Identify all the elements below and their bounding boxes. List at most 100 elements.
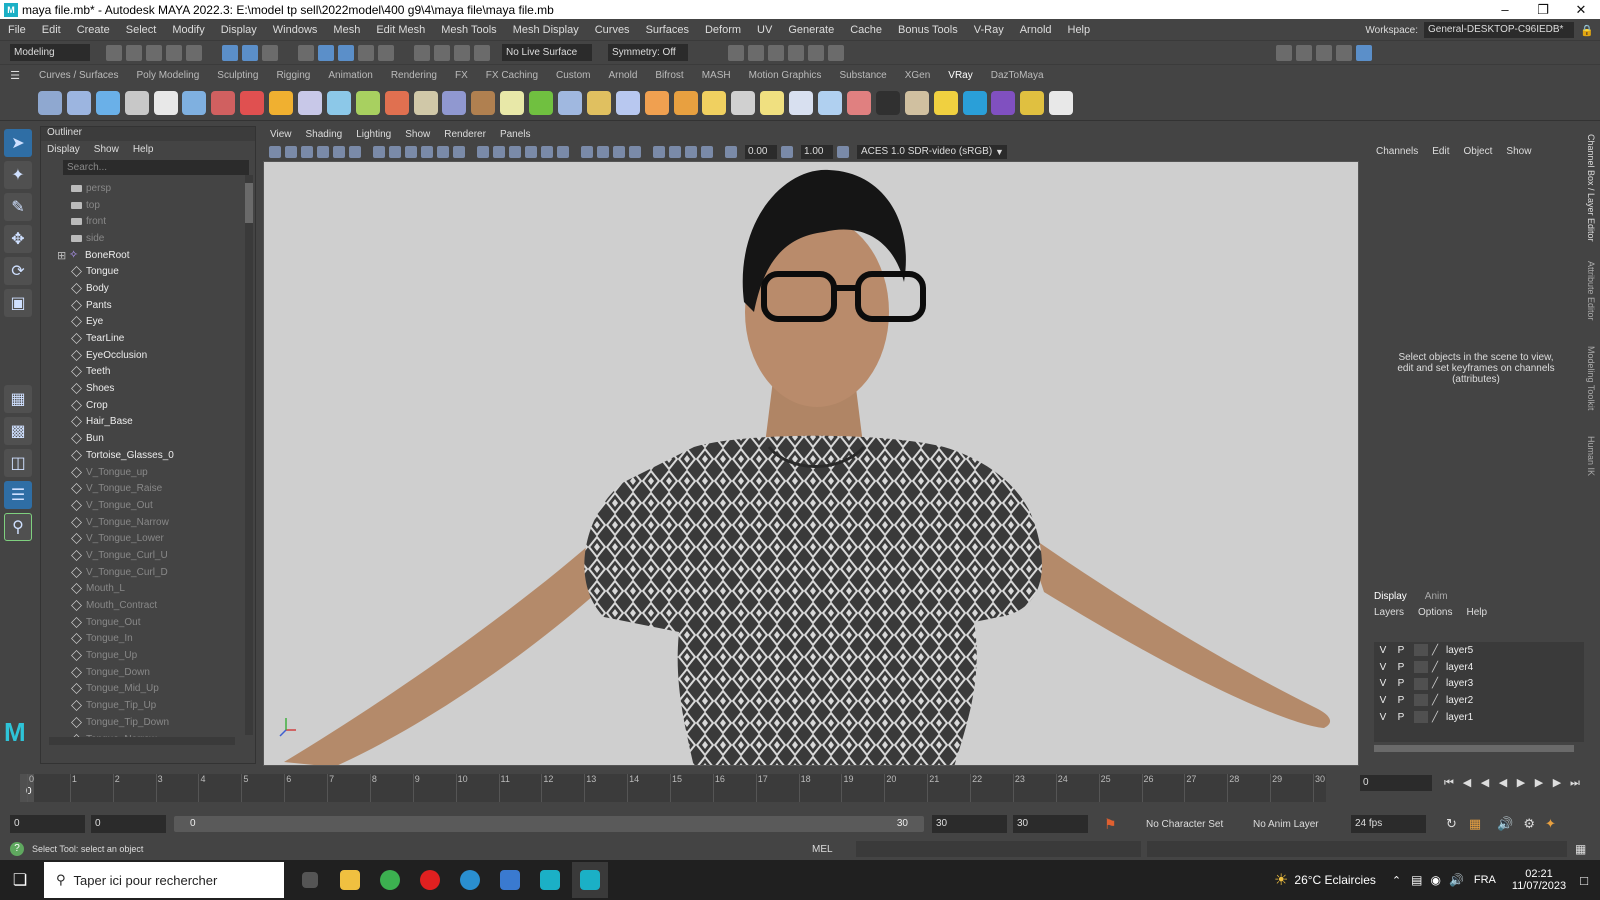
menu-surfaces[interactable]: Surfaces bbox=[638, 24, 697, 36]
tray-chevron-icon[interactable]: ⌃ bbox=[1392, 874, 1401, 887]
anti-aliasing-icon[interactable] bbox=[613, 145, 625, 158]
shelf-tab[interactable]: Animation bbox=[319, 70, 381, 81]
menu-generate[interactable]: Generate bbox=[780, 24, 842, 36]
shelf-tool-icon[interactable] bbox=[471, 90, 496, 115]
shelf-tool-icon[interactable] bbox=[558, 90, 583, 115]
side-tab-human-ik[interactable]: Human IK bbox=[1586, 436, 1596, 486]
grease-pencil-icon[interactable] bbox=[349, 145, 361, 158]
outliner-item[interactable]: persp bbox=[45, 180, 241, 197]
shelf-tab[interactable]: FX Caching bbox=[477, 70, 547, 81]
outliner-item[interactable]: front bbox=[45, 213, 241, 230]
hypershade-icon[interactable] bbox=[788, 44, 804, 61]
fps-dropdown[interactable]: 24 fps bbox=[1351, 815, 1426, 833]
open-scene-icon[interactable] bbox=[126, 44, 142, 61]
vray-render-icon[interactable] bbox=[808, 44, 824, 61]
film-gate-icon[interactable] bbox=[389, 145, 401, 158]
safe-action-icon[interactable] bbox=[453, 145, 465, 158]
outliner-item[interactable]: Hair_Base bbox=[45, 414, 241, 431]
ambient-occlusion-icon[interactable] bbox=[581, 145, 593, 158]
layer-playback-toggle[interactable]: P bbox=[1392, 712, 1410, 723]
outliner-item[interactable]: Mouth_Contract bbox=[45, 597, 241, 614]
snap-curve-icon[interactable] bbox=[318, 44, 334, 61]
shelf-tool-icon[interactable] bbox=[615, 90, 640, 115]
shelf-tool-icon[interactable] bbox=[384, 90, 409, 115]
outliner-item[interactable]: V_Tongue_Out bbox=[45, 497, 241, 514]
maya-taskbar-icon[interactable] bbox=[532, 862, 568, 898]
render-icon[interactable] bbox=[434, 44, 450, 61]
gamma-field[interactable]: 1.00 bbox=[801, 144, 833, 159]
animation-start-field[interactable]: 0 bbox=[10, 815, 85, 833]
textured-icon[interactable] bbox=[525, 145, 537, 158]
side-tab-attribute-editor[interactable]: Attribute Editor bbox=[1586, 261, 1596, 331]
shelf-tab[interactable]: Bifrost bbox=[646, 70, 692, 81]
script-language-label[interactable]: MEL bbox=[812, 844, 856, 855]
anim-prefs-icon[interactable]: ⚙ bbox=[1523, 816, 1535, 832]
menu-mesh-tools[interactable]: Mesh Tools bbox=[433, 24, 504, 36]
auto-key-toggle-icon[interactable]: ✦ bbox=[1545, 816, 1556, 832]
outliner-item[interactable]: Tongue_In bbox=[45, 631, 241, 648]
snap-view-icon[interactable] bbox=[358, 44, 374, 61]
layer-row[interactable]: V P ╱ layer1 bbox=[1374, 709, 1584, 726]
outliner-item[interactable]: Shoes bbox=[45, 380, 241, 397]
wireframe-on-shaded-icon[interactable] bbox=[509, 145, 521, 158]
menu-set-dropdown[interactable]: Modeling bbox=[10, 44, 90, 61]
weather-icon[interactable]: ☀ bbox=[1274, 870, 1288, 890]
layer-editor-toggle-icon[interactable] bbox=[1356, 44, 1372, 61]
2d-pan-zoom-icon[interactable] bbox=[333, 145, 345, 158]
playback-end-field[interactable]: 30 bbox=[932, 815, 1007, 833]
shelf-tool-icon[interactable] bbox=[846, 90, 871, 115]
layer-color-icon[interactable]: ╱ bbox=[1432, 645, 1446, 656]
shelf-tool-icon[interactable] bbox=[66, 90, 91, 115]
gamma-icon[interactable] bbox=[781, 145, 793, 158]
layer-display-type[interactable] bbox=[1414, 644, 1428, 657]
shelf-tab[interactable]: Sculpting bbox=[208, 70, 267, 81]
auto-key-icon[interactable]: ⚑ bbox=[1104, 816, 1120, 832]
menu-mesh-display[interactable]: Mesh Display bbox=[505, 24, 587, 36]
range-bar[interactable]: 0 30 bbox=[174, 816, 924, 832]
layer-row[interactable]: V P ╱ layer5 bbox=[1374, 642, 1584, 659]
menu-cache[interactable]: Cache bbox=[842, 24, 890, 36]
menu-display[interactable]: Display bbox=[213, 24, 265, 36]
attribute-editor-icon[interactable] bbox=[1296, 44, 1312, 61]
layer-visibility-toggle[interactable]: V bbox=[1374, 662, 1392, 673]
viewport-menu-panels[interactable]: Panels bbox=[500, 129, 531, 140]
redo-icon[interactable] bbox=[186, 44, 202, 61]
outliner-item[interactable]: Bun bbox=[45, 430, 241, 447]
outliner-item[interactable]: Crop bbox=[45, 397, 241, 414]
anim-layer-dropdown[interactable]: No Anim Layer bbox=[1253, 819, 1343, 830]
layer-menu-help[interactable]: Help bbox=[1466, 607, 1487, 618]
tool-settings-icon[interactable] bbox=[1316, 44, 1332, 61]
shelf-tool-icon[interactable] bbox=[211, 90, 236, 115]
opera-icon[interactable] bbox=[412, 862, 448, 898]
play-backwards-icon[interactable]: ◀ bbox=[1496, 776, 1510, 790]
ccleaner-icon[interactable] bbox=[452, 862, 488, 898]
bookmarks-icon[interactable] bbox=[301, 145, 313, 158]
outliner-item[interactable]: ⊞ ✧ BoneRoot bbox=[45, 247, 241, 264]
shadows-icon[interactable] bbox=[557, 145, 569, 158]
channel-menu-object[interactable]: Object bbox=[1464, 146, 1493, 157]
shelf-tool-icon[interactable] bbox=[298, 90, 323, 115]
outliner-item[interactable]: V_Tongue_Curl_U bbox=[45, 547, 241, 564]
current-frame-field[interactable]: 0 bbox=[1360, 775, 1432, 791]
shelf-tool-icon[interactable] bbox=[240, 90, 265, 115]
step-forward-frame-icon[interactable]: ▶ bbox=[1532, 776, 1546, 790]
shelf-menu-icon[interactable]: ☰ bbox=[0, 69, 30, 82]
menu-create[interactable]: Create bbox=[69, 24, 118, 36]
xray-components-icon[interactable] bbox=[701, 145, 713, 158]
layer-editor-scrollbar[interactable] bbox=[1374, 745, 1574, 752]
play-forwards-icon[interactable]: ▶ bbox=[1514, 776, 1528, 790]
channel-menu-channels[interactable]: Channels bbox=[1376, 146, 1418, 157]
outliner-item[interactable]: V_Tongue_Raise bbox=[45, 480, 241, 497]
shelf-tool-icon[interactable] bbox=[731, 90, 756, 115]
shelf-tool-icon[interactable] bbox=[500, 90, 525, 115]
clock[interactable]: 02:21 11/07/2023 bbox=[1512, 868, 1566, 892]
step-back-frame-icon[interactable]: ◀ bbox=[1478, 776, 1492, 790]
outliner-item[interactable]: Tongue_Up bbox=[45, 647, 241, 664]
outliner-item[interactable]: top bbox=[45, 197, 241, 214]
shelf-tab[interactable]: Custom bbox=[547, 70, 599, 81]
outliner-search-input[interactable]: Search... bbox=[63, 160, 249, 175]
language-indicator[interactable]: FRA bbox=[1474, 874, 1496, 886]
menu-select[interactable]: Select bbox=[118, 24, 165, 36]
script-editor-icon[interactable]: ▦ bbox=[1575, 842, 1586, 856]
notifications-icon[interactable]: □ bbox=[1580, 873, 1588, 888]
